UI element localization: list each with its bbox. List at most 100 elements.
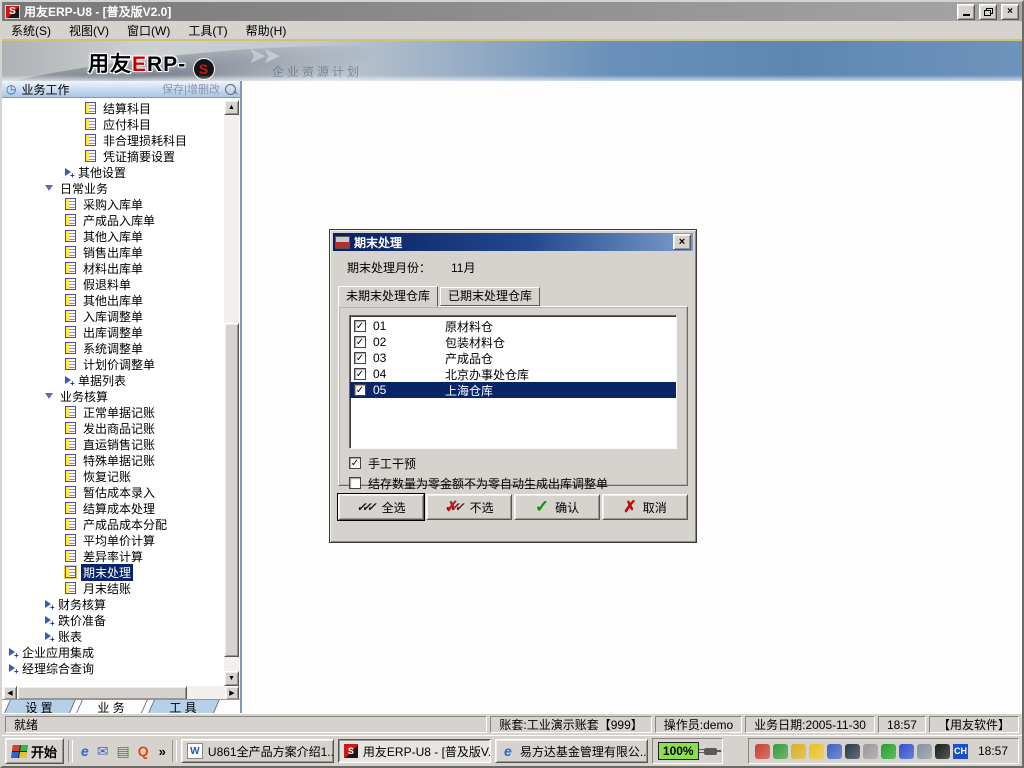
tree-item[interactable]: 采购入库单: [3, 196, 223, 212]
tree-item[interactable]: 其他设置: [3, 164, 223, 180]
restore-button[interactable]: [979, 3, 997, 20]
warehouse-row[interactable]: ✓ 05 上海仓库: [350, 382, 676, 398]
tree-item[interactable]: 企业应用集成: [3, 644, 223, 660]
deselect-all-button[interactable]: ✓✓✓ ✗ 不选: [426, 494, 512, 520]
tree-vertical-scrollbar[interactable]: ▲ ▼: [224, 100, 239, 686]
checkbox-icon[interactable]: ✓: [354, 368, 366, 380]
start-button[interactable]: 开始: [5, 738, 65, 764]
antivirus-icon[interactable]: [880, 743, 896, 759]
messenger-icon[interactable]: [898, 743, 914, 759]
warehouse-row[interactable]: ✓ 03 产成品仓: [350, 350, 676, 366]
tree-item[interactable]: 假退料单: [3, 276, 223, 292]
database-service-icon[interactable]: [916, 743, 932, 759]
tree-item[interactable]: 恢复记账: [3, 468, 223, 484]
dialog-tab[interactable]: 已期末处理仓库: [440, 287, 541, 306]
warehouse-row[interactable]: ✓ 02 包装材料仓: [350, 334, 676, 350]
tree-item[interactable]: 经理综合查询: [3, 660, 223, 676]
select-all-button[interactable]: ✓✓✓ 全选: [337, 493, 425, 521]
tree-item[interactable]: 正常单据记账: [3, 404, 223, 420]
dialog-close-icon[interactable]: ×: [673, 234, 691, 250]
tree-item[interactable]: 单据列表: [3, 372, 223, 388]
menu-item[interactable]: 工具(T): [179, 21, 236, 40]
tree-item[interactable]: 暂估成本录入: [3, 484, 223, 500]
checkbox-icon[interactable]: ✓: [354, 320, 366, 332]
mobile-device-icon[interactable]: [862, 743, 878, 759]
tree-item[interactable]: 直运销售记账: [3, 436, 223, 452]
tree-item[interactable]: 入库调整单: [3, 308, 223, 324]
tree-horizontal-scrollbar[interactable]: ◀ ▶: [3, 686, 239, 700]
taskbar-task-button[interactable]: S 用友ERP-U8 - [普及版V...: [337, 739, 491, 763]
language-indicator[interactable]: CH: [952, 743, 968, 759]
tree-item[interactable]: 日常业务: [3, 180, 223, 196]
volume-icon[interactable]: [790, 743, 806, 759]
tree-item[interactable]: 凭证摘要设置: [3, 148, 223, 164]
tree-item[interactable]: 应付科目: [3, 116, 223, 132]
pin-icon[interactable]: [225, 83, 236, 95]
tree-item[interactable]: 财务核算: [3, 596, 223, 612]
checkbox-icon[interactable]: ✓: [354, 336, 366, 348]
tree-item[interactable]: 出库调整单: [3, 324, 223, 340]
tree-item[interactable]: 其他出库单: [3, 292, 223, 308]
taskbar-task-button[interactable]: W U861全产品方案介绍1...: [180, 739, 334, 763]
tree-item[interactable]: 跌价准备: [3, 612, 223, 628]
cancel-button[interactable]: ✗ 取消: [602, 494, 688, 520]
scrollbar-thumb[interactable]: [224, 322, 239, 657]
checkbox-icon[interactable]: ✓: [354, 352, 366, 364]
taskbar-task-button[interactable]: e 易方达基金管理有限公...: [494, 739, 648, 763]
tree-item[interactable]: 系统调整单: [3, 340, 223, 356]
tree-item[interactable]: 销售出库单: [3, 244, 223, 260]
checkbox-icon[interactable]: ✓: [349, 457, 361, 469]
desktop-icon[interactable]: ▤: [117, 743, 130, 760]
minimize-button[interactable]: [957, 3, 975, 20]
tree-item[interactable]: 结算科目: [3, 100, 223, 116]
tree-item-label: 产成品成本分配: [83, 517, 168, 532]
checkbox-icon[interactable]: ✓: [354, 384, 366, 396]
ie-icon[interactable]: e: [81, 743, 89, 759]
confirm-button[interactable]: ✓ 确认: [514, 494, 600, 520]
network-places-icon[interactable]: [826, 743, 842, 759]
scroll-up-icon[interactable]: ▲: [224, 100, 239, 115]
network-activity-icon[interactable]: [754, 743, 770, 759]
qq-pet-icon[interactable]: [808, 743, 824, 759]
tree-item[interactable]: 特殊单据记账: [3, 452, 223, 468]
tree-item[interactable]: 业务核算: [3, 388, 223, 404]
document-icon: [65, 278, 76, 290]
tree-item[interactable]: 发出商品记账: [3, 420, 223, 436]
scroll-left-icon[interactable]: ◀: [3, 686, 17, 700]
tree-item[interactable]: 非合理损耗科目: [3, 132, 223, 148]
tree-item[interactable]: 账表: [3, 628, 223, 644]
qq-browser-icon[interactable]: Q: [138, 743, 149, 759]
dialog-option[interactable]: ✓ 手工干预: [349, 455, 687, 471]
scroll-right-icon[interactable]: ▶: [225, 686, 239, 700]
tree-item[interactable]: 结算成本处理: [3, 500, 223, 516]
display-icon[interactable]: [844, 743, 860, 759]
menu-item[interactable]: 帮助(H): [237, 21, 296, 40]
tree-item[interactable]: 平均单价计算: [3, 532, 223, 548]
tree-item[interactable]: 期末处理: [3, 563, 223, 581]
quick-launch-more-icon[interactable]: »: [157, 744, 168, 759]
menu-item[interactable]: 系统(S): [2, 21, 60, 40]
close-button[interactable]: ×: [1001, 3, 1019, 20]
pen-input-icon[interactable]: [772, 743, 788, 759]
tree-header-actions[interactable]: 保存|增删改: [162, 81, 220, 97]
dialog-option[interactable]: 结存数量为零金额不为零自动生成出库调整单: [349, 475, 687, 491]
tree-item[interactable]: 计划价调整单: [3, 356, 223, 372]
tree-item[interactable]: 产成品成本分配: [3, 516, 223, 532]
warehouse-row[interactable]: ✓ 01 原材料仓: [350, 318, 676, 334]
menu-item[interactable]: 视图(V): [60, 21, 118, 40]
checkbox-icon[interactable]: [349, 477, 361, 489]
tree-item[interactable]: 产成品入库单: [3, 212, 223, 228]
tree-item[interactable]: 差异率计算: [3, 548, 223, 564]
scroll-down-icon[interactable]: ▼: [224, 671, 239, 686]
dialog-tabs: 未期末处理仓库 已期末处理仓库: [333, 286, 693, 307]
scrollbar-thumb[interactable]: [17, 686, 187, 700]
warehouse-row[interactable]: ✓ 04 北京办事处仓库: [350, 366, 676, 382]
outlook-express-icon[interactable]: ✉: [97, 743, 109, 760]
tree-item-label: 企业应用集成: [22, 645, 95, 660]
tree-item[interactable]: 其他入库单: [3, 228, 223, 244]
dialog-tab[interactable]: 未期末处理仓库: [338, 286, 439, 307]
tree-item[interactable]: 材料出库单: [3, 260, 223, 276]
tree-item[interactable]: 月末结账: [3, 580, 223, 596]
menu-item[interactable]: 窗口(W): [118, 21, 179, 40]
qq-penguin-icon[interactable]: [934, 743, 950, 759]
